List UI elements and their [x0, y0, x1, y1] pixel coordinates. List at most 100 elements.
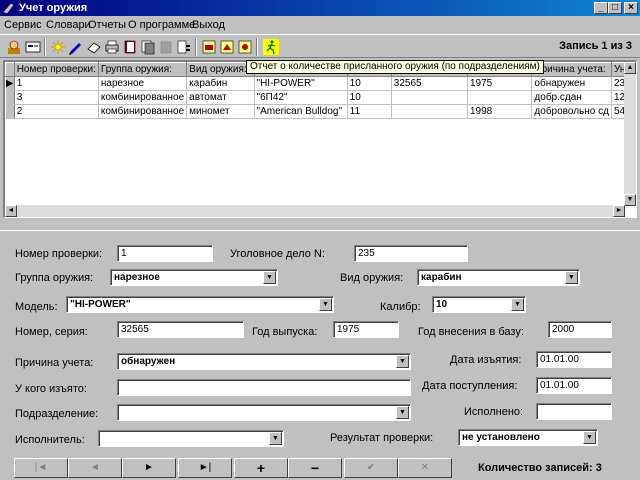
column-header[interactable]: Группа оружия: — [97, 62, 188, 77]
table-cell[interactable]: 1998 — [467, 104, 533, 119]
table-cell[interactable] — [467, 90, 533, 105]
report-icon[interactable] — [175, 38, 193, 56]
add-record-button[interactable]: + — [234, 458, 288, 478]
pages-icon[interactable] — [139, 38, 157, 56]
department-select[interactable]: ▼ — [117, 404, 411, 421]
table-cell[interactable]: нарезное — [98, 76, 188, 91]
table-row[interactable]: 3 комбинированное автомат "6П42" 10 добр… — [5, 90, 636, 105]
run-icon[interactable] — [262, 38, 280, 56]
eraser-icon[interactable] — [85, 38, 103, 56]
scroll-left-icon[interactable]: ◄ — [5, 205, 17, 217]
menu-service[interactable]: Сервис — [4, 18, 42, 32]
report-red-icon[interactable] — [218, 38, 236, 56]
menu-exit[interactable]: Выход — [192, 18, 225, 32]
delete-record-button[interactable]: − — [288, 458, 342, 478]
weapon-type-value: карабин — [421, 272, 462, 283]
gear-report-icon[interactable] — [236, 38, 254, 56]
column-header[interactable]: Вид оружия: — [186, 62, 255, 77]
prev-record-button[interactable]: ◄ — [68, 458, 122, 478]
user-icon[interactable] — [5, 38, 23, 56]
reason-select[interactable]: обнаружен ▼ — [117, 353, 411, 370]
criminal-case-input[interactable]: 235 — [354, 245, 468, 262]
row-indicator — [5, 90, 15, 105]
menu-about[interactable]: О программе — [128, 18, 195, 32]
table-cell[interactable]: 10 — [347, 90, 392, 105]
scroll-down-icon[interactable]: ▼ — [624, 194, 636, 206]
model-select[interactable]: "HI-POWER" ▼ — [66, 296, 334, 313]
table-cell[interactable]: 2 — [14, 104, 99, 119]
table-cell[interactable]: "HI-POWER" — [254, 76, 348, 91]
check-result-select[interactable]: не установлено ▼ — [458, 429, 598, 446]
post-record-button[interactable]: ✔ — [344, 458, 398, 478]
horizontal-scrollbar[interactable]: ◄ ► — [5, 205, 625, 217]
table-cell[interactable]: 10 — [347, 76, 392, 91]
reason-value: обнаружен — [121, 356, 176, 367]
table-cell[interactable]: автомат — [186, 90, 255, 105]
table-row[interactable]: ▶ 1 нарезное карабин "HI-POWER" 10 32565… — [5, 76, 636, 91]
check-number-input[interactable]: 1 — [117, 245, 213, 262]
report2-icon[interactable] — [200, 38, 218, 56]
chevron-down-icon[interactable]: ▼ — [511, 298, 524, 311]
chevron-down-icon[interactable]: ▼ — [396, 406, 409, 419]
scroll-up-icon[interactable]: ▲ — [624, 62, 636, 74]
table-cell[interactable]: добр.сдан — [531, 90, 612, 105]
weapon-group-select[interactable]: нарезное ▼ — [110, 269, 278, 286]
maximize-button[interactable]: □ — [608, 2, 622, 14]
next-record-button[interactable]: ► — [122, 458, 176, 478]
table-cell[interactable] — [391, 90, 468, 105]
caliber-label: Калибр: — [380, 301, 421, 313]
menu-reports[interactable]: Отчеты — [88, 18, 126, 32]
seizure-date-input[interactable]: 01.01.00 — [536, 351, 612, 368]
table-cell[interactable]: 3 — [14, 90, 99, 105]
check-result-value: не установлено — [462, 432, 540, 443]
table-cell[interactable]: миномет — [186, 104, 255, 119]
caliber-select[interactable]: 10 ▼ — [432, 296, 526, 313]
table-cell[interactable]: 1 — [14, 76, 99, 91]
form-icon[interactable] — [24, 38, 42, 56]
table-cell[interactable] — [391, 104, 468, 119]
close-button[interactable]: × — [624, 2, 638, 14]
print-icon[interactable] — [103, 38, 121, 56]
year-entered-input[interactable]: 2000 — [548, 321, 612, 338]
book-icon[interactable] — [121, 38, 139, 56]
table-cell[interactable]: карабин — [186, 76, 255, 91]
cancel-record-button[interactable]: ✕ — [398, 458, 452, 478]
sun-icon[interactable] — [49, 38, 67, 56]
chevron-down-icon[interactable]: ▼ — [269, 432, 282, 445]
executor-select[interactable]: ▼ — [98, 430, 284, 447]
table-cell[interactable]: 32565 — [391, 76, 468, 91]
column-header[interactable]: Номер проверки: — [13, 62, 99, 77]
chevron-down-icon[interactable]: ▼ — [565, 271, 578, 284]
chevron-down-icon[interactable]: ▼ — [319, 298, 332, 311]
table-cell[interactable]: 1975 — [467, 76, 533, 91]
pencil-icon[interactable] — [67, 38, 85, 56]
minimize-button[interactable]: _ — [594, 2, 608, 14]
column-header[interactable]: Причина учета: — [531, 62, 612, 77]
last-record-button[interactable]: ►| — [178, 458, 232, 478]
weapon-type-select[interactable]: карабин ▼ — [417, 269, 580, 286]
scroll-right-icon[interactable]: ► — [613, 205, 625, 217]
serial-input[interactable]: 32565 — [117, 321, 244, 338]
chevron-down-icon[interactable]: ▼ — [263, 271, 276, 284]
table-cell[interactable]: комбинированное — [98, 90, 188, 105]
receipt-date-input[interactable]: 01.01.00 — [536, 377, 612, 394]
table-cell[interactable]: "American Bulldog" — [254, 104, 348, 119]
table-cell[interactable]: 11 — [347, 104, 392, 119]
menu-dictionaries[interactable]: Словари — [46, 18, 91, 32]
first-record-button[interactable]: |◄ — [14, 458, 68, 478]
table-cell[interactable]: комбинированное — [98, 104, 188, 119]
table-cell[interactable]: добровольно сд — [531, 104, 612, 119]
chevron-down-icon[interactable]: ▼ — [583, 431, 596, 444]
year-made-label: Год выпуска: — [252, 326, 318, 338]
table-row[interactable]: 2 комбинированное миномет "American Bull… — [5, 104, 636, 119]
grid-corner — [5, 62, 15, 77]
chevron-down-icon[interactable]: ▼ — [396, 355, 409, 368]
vertical-scrollbar[interactable]: ▲ ▼ — [624, 62, 636, 206]
completed-input[interactable] — [536, 403, 612, 420]
year-made-input[interactable]: 1975 — [333, 321, 399, 338]
seized-from-input[interactable] — [117, 379, 411, 396]
table-cell[interactable]: "6П42" — [254, 90, 348, 105]
records-grid[interactable]: Номер проверки: Группа оружия: Вид оружи… — [3, 60, 637, 218]
receipt-date-label: Дата поступления: — [422, 380, 518, 392]
table-cell[interactable]: обнаружен — [531, 76, 612, 91]
